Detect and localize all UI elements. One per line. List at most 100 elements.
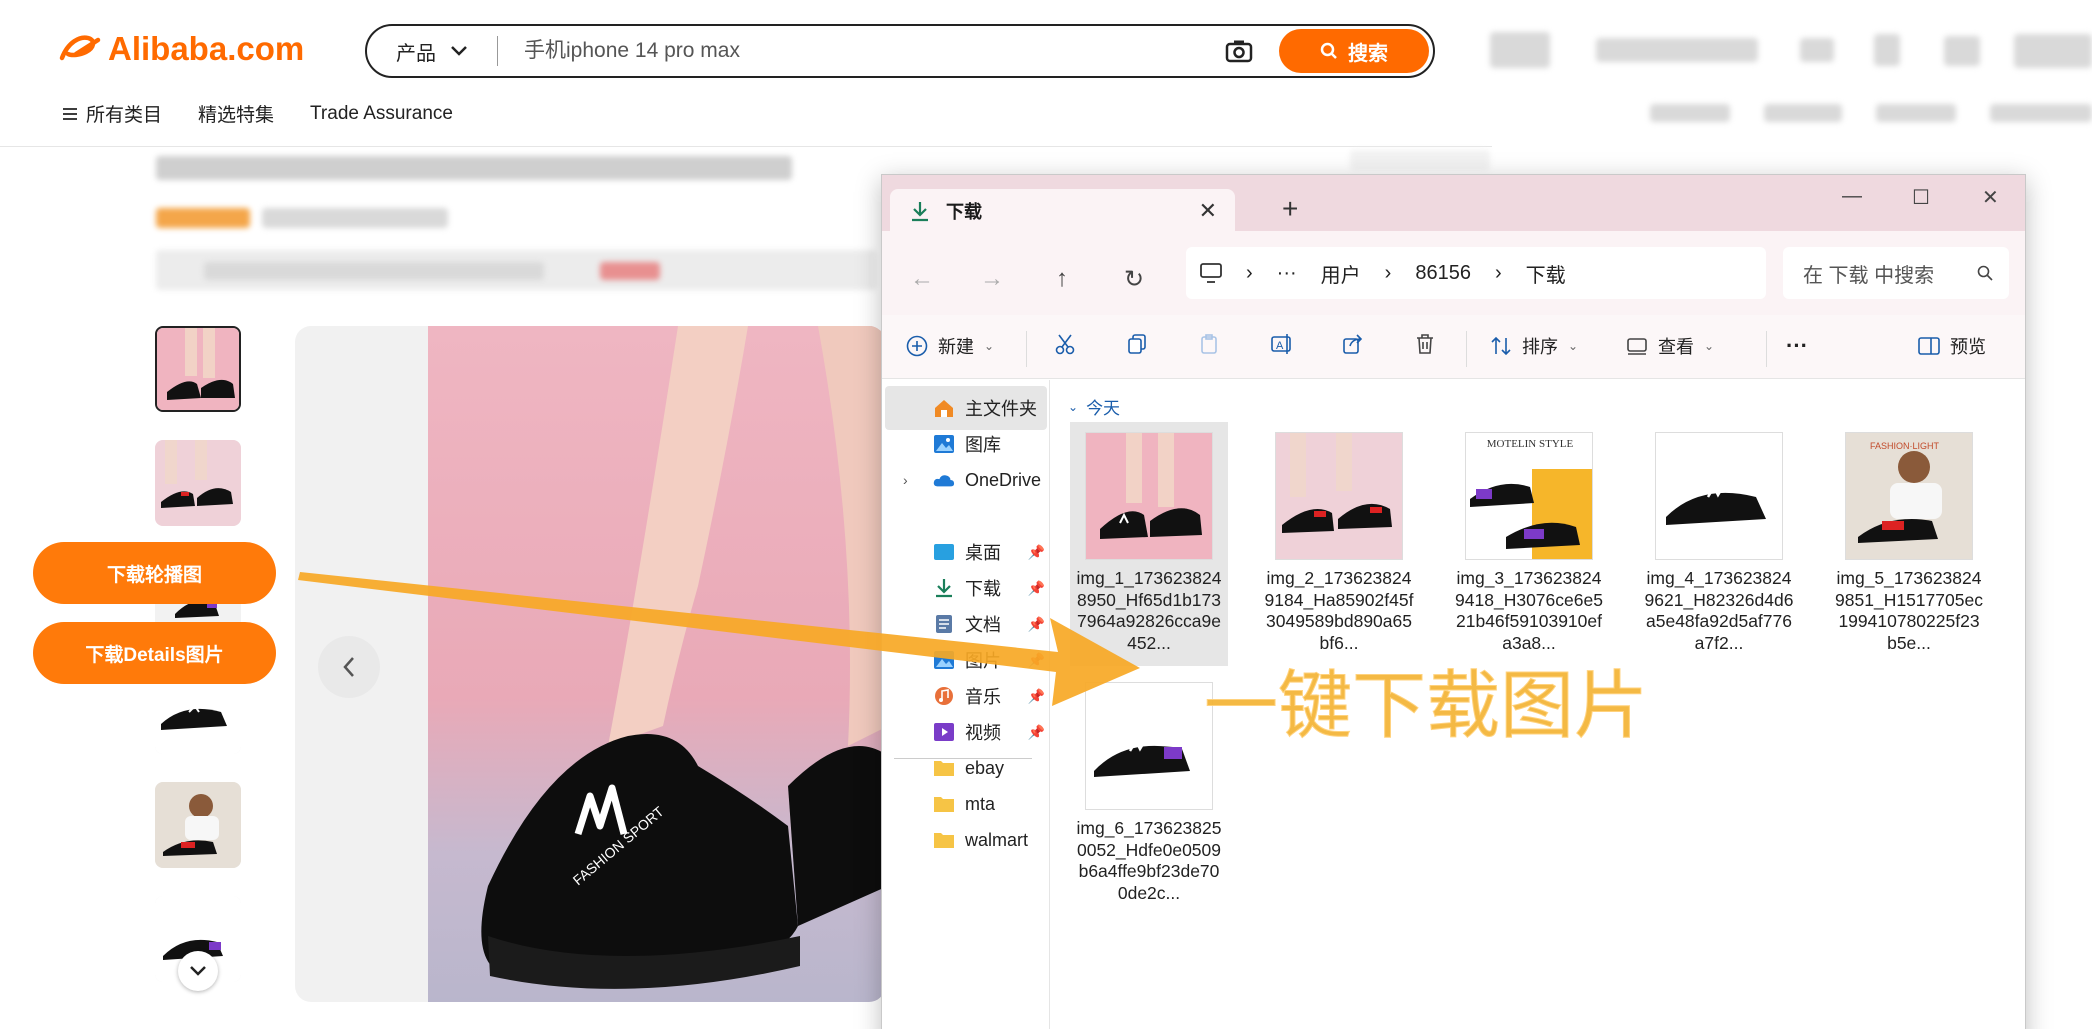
refresh-icon[interactable]: ↻ [1116, 261, 1152, 297]
search-input[interactable] [498, 39, 1219, 63]
new-button-label: 新建 [938, 337, 974, 357]
camera-icon[interactable] [1219, 31, 1259, 71]
more-options-icon[interactable]: ··· [1786, 333, 1808, 359]
navigation-pane: 主文件夹 图库 › OneDrive 桌面 📌 下载 📌 文档 📌 图片 📌 音… [882, 380, 1050, 1029]
nav-item-label: OneDrive [965, 469, 1042, 490]
nav-item-onedrive[interactable]: › OneDrive [885, 458, 1047, 502]
all-categories-link[interactable]: 所有类目 [62, 100, 162, 127]
explorer-search-box[interactable]: 在 下载 中搜索 [1783, 247, 2009, 299]
file-item[interactable]: img_1_1736238248950_Hf65d1b1737964a92826… [1070, 422, 1228, 666]
new-tab-icon[interactable]: + [1282, 193, 1298, 225]
thumbnail-scroll-down-button[interactable] [178, 951, 218, 991]
file-item[interactable]: FASHION·LIGHT img_5_1736238249851_H15177… [1830, 422, 1988, 666]
explorer-search-placeholder: 在 下载 中搜索 [1803, 264, 1935, 287]
blurred-subnav-item[interactable] [1764, 104, 1842, 122]
featured-link[interactable]: 精选特集 [198, 100, 274, 127]
blurred-account[interactable] [2014, 34, 2092, 68]
chevron-down-icon [451, 46, 467, 56]
paste-icon[interactable] [1198, 333, 1220, 355]
delete-icon[interactable] [1414, 333, 1436, 355]
file-item[interactable]: img_2_1736238249184_Ha85902f45f3049589bd… [1260, 422, 1418, 666]
thumbnail-5[interactable] [155, 782, 241, 868]
thumbnail-1[interactable] [155, 326, 241, 412]
close-tab-icon[interactable]: ✕ [1199, 198, 1217, 224]
rename-icon[interactable]: A [1270, 333, 1294, 355]
chevron-down-icon: ⌄ [1704, 339, 1715, 353]
toolbar-separator [1766, 331, 1767, 367]
blurred-subnav-item[interactable] [1876, 104, 1956, 122]
nav-item-label: 桌面 [965, 543, 1001, 563]
forward-arrow-icon[interactable]: → [974, 261, 1010, 297]
folder-icon [934, 761, 954, 776]
file-name: img_3_1736238249418_H3076ce6e521b46f5910… [1455, 568, 1603, 653]
file-item[interactable]: img_4_1736238249621_H82326d4d6a5e48fa92d… [1640, 422, 1798, 666]
blurred-supplier-name[interactable] [204, 262, 544, 280]
copy-icon[interactable] [1126, 333, 1148, 355]
blurred-flag[interactable] [1490, 32, 1550, 68]
file-item[interactable]: MOTELIN STYLE img_3_1736238249418_H3076c… [1450, 422, 1608, 666]
pin-icon[interactable]: 📌 [1028, 652, 1045, 669]
minimize-icon[interactable]: — [1842, 185, 1862, 208]
download-carousel-button[interactable]: 下载轮播图 [33, 542, 276, 604]
nav-item-label: 图库 [965, 435, 1001, 455]
sort-button-label: 排序 [1522, 337, 1558, 357]
trade-assurance-link[interactable]: Trade Assurance [310, 100, 453, 127]
explorer-tab[interactable]: 下载 ✕ [890, 189, 1235, 233]
video-icon [934, 723, 954, 741]
pictures-icon [934, 651, 954, 669]
add-circle-icon [906, 335, 928, 357]
sort-button[interactable]: 排序 ⌄ [1490, 333, 1578, 359]
view-button[interactable]: 查看 ⌄ [1626, 333, 1714, 359]
new-button[interactable]: 新建 ⌄ [906, 333, 994, 359]
download-icon [912, 202, 928, 222]
sort-icon [1491, 336, 1511, 356]
pin-icon[interactable]: 📌 [1028, 580, 1045, 597]
alibaba-logo[interactable]: Alibaba.com [58, 30, 304, 68]
breadcrumb-ellipsis[interactable]: ··· [1277, 262, 1297, 285]
explorer-titlebar: 下载 ✕ + — ☐ ✕ [882, 175, 2025, 233]
preview-button[interactable]: 预览 [1918, 333, 1986, 359]
search-category-select[interactable]: 产品 [367, 26, 497, 76]
share-icon[interactable] [1342, 333, 1364, 355]
folder-icon [934, 797, 954, 812]
close-window-icon[interactable]: ✕ [1982, 185, 1999, 210]
nav-item-walmart[interactable]: walmart [885, 818, 1047, 862]
search-button[interactable]: 搜索 [1279, 29, 1429, 73]
breadcrumb-users[interactable]: 用户 [1321, 259, 1361, 288]
nav-item-label: 文档 [965, 615, 1001, 635]
up-arrow-icon[interactable]: ↑ [1044, 261, 1080, 297]
maximize-icon[interactable]: ☐ [1912, 185, 1930, 210]
logo-text: Alibaba.com [108, 30, 305, 67]
file-thumbnail: FASHION·LIGHT [1845, 432, 1973, 560]
download-details-button[interactable]: 下载Details图片 [33, 622, 276, 684]
blurred-subnav-item[interactable] [1990, 104, 2092, 122]
pin-icon[interactable]: 📌 [1028, 616, 1045, 633]
all-categories-label: 所有类目 [86, 105, 163, 126]
group-header-today[interactable]: ⌄ 今天 [1068, 394, 1120, 419]
blurred-cart-icon[interactable] [1944, 36, 1980, 66]
cut-icon[interactable] [1054, 333, 1076, 355]
pin-icon[interactable]: 📌 [1028, 544, 1045, 561]
thumbnail-caption: MOTELIN STYLE [1487, 438, 1574, 450]
pin-icon[interactable]: 📌 [1028, 724, 1045, 741]
chevron-down-icon: ⌄ [1068, 399, 1079, 414]
blurred-header-item[interactable] [1596, 38, 1758, 62]
breadcrumb-separator: › [1494, 261, 1502, 284]
address-bar[interactable]: › ··· 用户 › 86156 › 下载 [1186, 247, 1766, 299]
file-explorer-window: 下载 ✕ + — ☐ ✕ ← → ↑ ↻ › ··· 用户 › 86156 › … [881, 174, 2026, 1029]
back-arrow-icon[interactable]: ← [904, 261, 940, 297]
nav-item-label: mta [965, 793, 996, 814]
gallery-prev-button[interactable] [318, 636, 380, 698]
breadcrumb-user[interactable]: 86156 [1415, 262, 1471, 285]
header-divider [0, 146, 1492, 147]
chevron-left-icon [343, 657, 354, 677]
blurred-header-icon[interactable] [1800, 38, 1834, 62]
blurred-subnav-item[interactable] [1650, 104, 1730, 122]
pin-icon[interactable]: 📌 [1028, 688, 1045, 705]
search-button-label: 搜索 [1348, 42, 1388, 65]
thumbnail-2[interactable] [155, 440, 241, 526]
explorer-tab-title: 下载 [946, 202, 982, 222]
breadcrumb-separator: › [1246, 261, 1253, 284]
breadcrumb-downloads[interactable]: 下载 [1526, 259, 1566, 288]
blurred-header-icon[interactable] [1874, 34, 1900, 66]
